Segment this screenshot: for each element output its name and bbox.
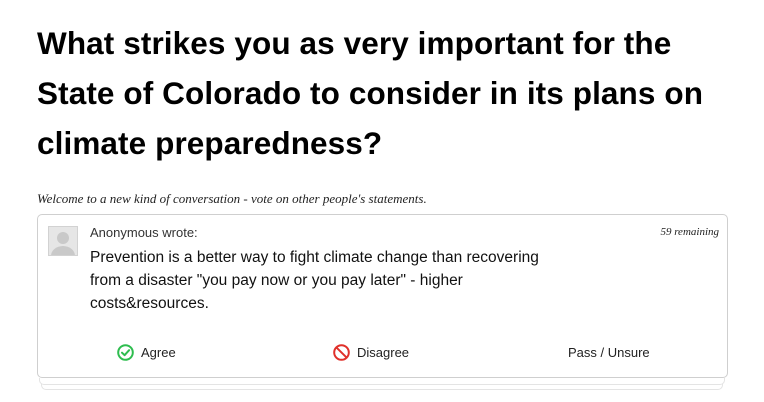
disagree-button[interactable]: Disagree	[333, 339, 409, 365]
statement-text: Prevention is a better way to fight clim…	[90, 249, 539, 312]
author-label: Anonymous wrote:	[90, 225, 198, 240]
disagree-label: Disagree	[357, 344, 410, 360]
card-stack-shadow	[39, 378, 725, 385]
default-avatar-icon	[48, 226, 78, 256]
prohibited-icon	[333, 343, 350, 361]
remaining-count: 59 remaining	[660, 226, 719, 238]
check-circle-icon	[117, 343, 134, 361]
agree-button[interactable]: Agree	[117, 339, 176, 365]
agree-label: Agree	[141, 344, 176, 360]
statement-card: Anonymous wrote: 59 remaining Prevention…	[37, 214, 728, 378]
pass-unsure-label: Pass / Unsure	[568, 344, 650, 360]
page-title: What strikes you as very important for t…	[37, 25, 704, 161]
pass-unsure-button[interactable]: Pass / Unsure	[568, 339, 650, 365]
intro-text: Welcome to a new kind of conversation - …	[37, 191, 427, 206]
